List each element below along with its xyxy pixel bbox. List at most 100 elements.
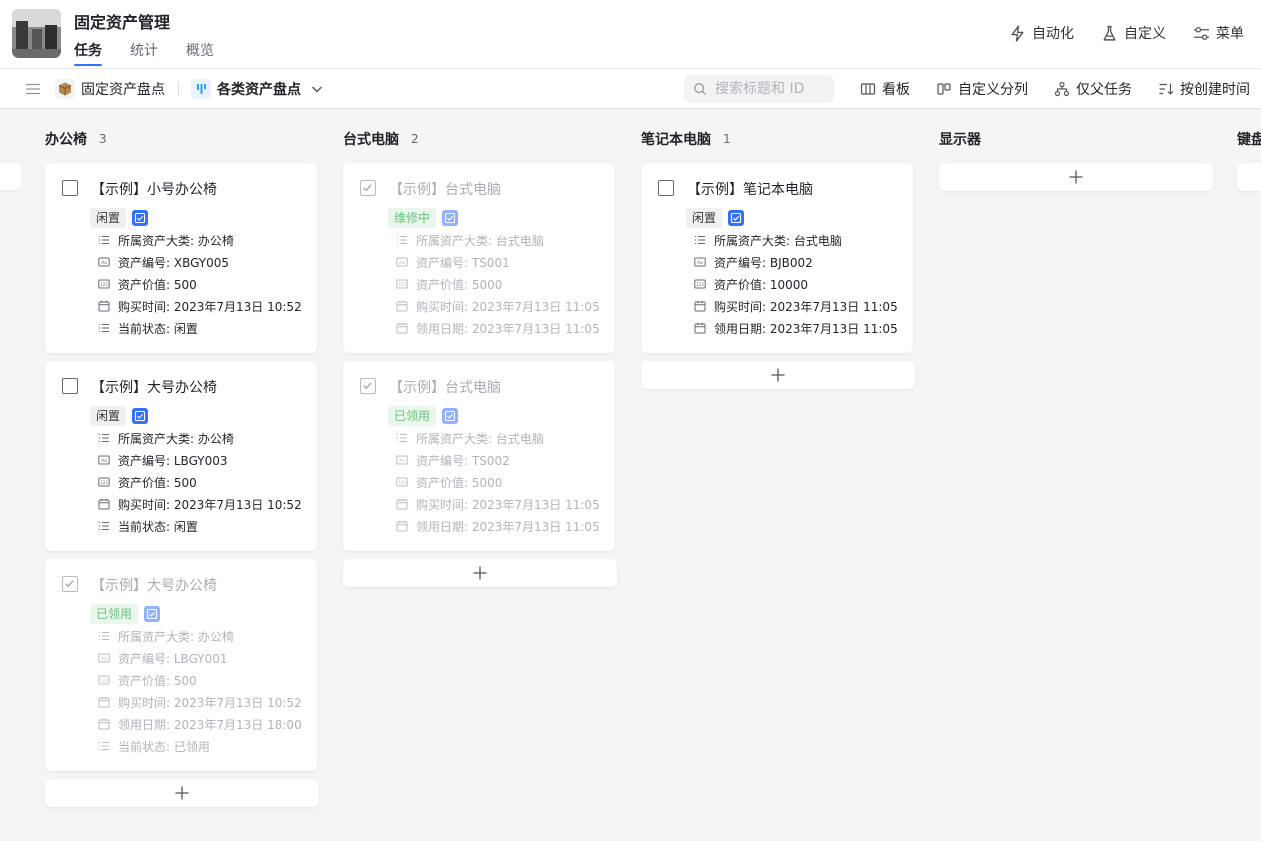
customize-button[interactable]: 自定义 (1101, 22, 1166, 44)
plus-icon (473, 566, 487, 580)
column-header-chair[interactable]: 办公椅 3 (45, 129, 107, 149)
field-receive-date: 领用日期: 2023年7月13日 11:05 (396, 319, 600, 337)
list-icon (397, 433, 407, 443)
tag-row: 闲置 (90, 208, 149, 228)
custom-columns-button[interactable]: 自定义分列 (936, 69, 1028, 109)
task-type-icon (132, 408, 149, 424)
svg-text:123: 123 (100, 678, 108, 683)
field-asset-value: 123 资产价值: 500 (98, 473, 197, 491)
field-category: 所属资产大类: 台式电脑 (396, 231, 544, 249)
add-card-button[interactable] (343, 559, 617, 587)
app-header: 固定资产管理 任务 统计 概览 自动化 自定义 菜单 (0, 0, 1261, 69)
sliders-icon (1194, 26, 1209, 40)
column-header-keyboard[interactable]: 键盘 (1237, 129, 1261, 149)
task-checkbox[interactable] (62, 180, 78, 196)
board-view-label: 看板 (882, 82, 910, 98)
column-header-monitor[interactable]: 显示器 (939, 129, 981, 149)
column-title: 显示器 (939, 132, 981, 148)
status-tag: 已领用 (388, 406, 437, 426)
calendar-icon (98, 718, 110, 730)
tab-stats[interactable]: 统计 (130, 40, 158, 60)
sort-button[interactable]: 按创建时间 (1158, 69, 1250, 109)
field-category: 所属资产大类: 台式电脑 (694, 231, 842, 249)
status-tag: 维修中 (388, 208, 437, 228)
field-receive-date: 领用日期: 2023年7月13日 11:05 (396, 517, 600, 535)
add-card-button[interactable] (641, 361, 915, 389)
app-title: 固定资产管理 (74, 13, 171, 32)
task-type-icon (442, 408, 459, 424)
tag-row: 维修中 (388, 208, 459, 228)
menu-label: 菜单 (1216, 26, 1244, 42)
project-breadcrumb[interactable]: 固定资产盘点 (55, 69, 165, 109)
task-checkbox[interactable] (62, 378, 78, 394)
task-title: 【示例】大号办公椅 (91, 380, 217, 396)
sort-icon (1159, 83, 1174, 95)
task-checkbox-checked[interactable] (62, 576, 78, 592)
svg-text:123: 123 (100, 480, 108, 485)
calendar-icon (694, 300, 706, 312)
field-purchase-time: 购买时间: 2023年7月13日 10:52 (98, 495, 302, 513)
add-card-button[interactable] (1237, 163, 1261, 191)
number-field-icon: 123 (396, 279, 408, 289)
task-card[interactable]: 【示例】笔记本电脑 闲置 所属资产大类: 台式电脑 Aa 资产编号: BJB002… (641, 163, 913, 353)
menu-button[interactable]: 菜单 (1193, 22, 1244, 44)
task-checkbox[interactable] (658, 180, 674, 196)
automation-button[interactable]: 自动化 (1009, 22, 1074, 44)
task-card[interactable]: 【示例】台式电脑 已领用 所属资产大类: 台式电脑 Aa 资产编号: TS002 … (343, 361, 615, 551)
search-box[interactable] (684, 75, 834, 103)
column-header-laptop[interactable]: 笔记本电脑 1 (641, 129, 731, 149)
task-card[interactable]: 【示例】大号办公椅 已领用 所属资产大类: 办公椅 Aa 资产编号: LBGY00… (45, 559, 317, 771)
svg-text:Aa: Aa (399, 260, 405, 266)
parent-only-button[interactable]: 仅父任务 (1054, 69, 1132, 109)
calendar-icon (396, 322, 408, 334)
task-card[interactable]: 【示例】小号办公椅 闲置 所属资产大类: 办公椅 Aa 资产编号: XBGY005… (45, 163, 317, 353)
automation-label: 自动化 (1032, 26, 1074, 42)
task-checkbox-checked[interactable] (360, 180, 376, 196)
search-input[interactable] (715, 81, 825, 97)
calendar-icon (694, 322, 706, 334)
column-header-desktop[interactable]: 台式电脑 2 (343, 129, 419, 149)
list-icon (397, 235, 407, 245)
field-purchase-time: 购买时间: 2023年7月13日 10:52 (98, 297, 302, 315)
hamburger-icon (26, 83, 40, 95)
view-selector[interactable]: 各类资产盘点 (191, 69, 325, 109)
previous-column-card[interactable] (0, 163, 21, 190)
tab-tasks[interactable]: 任务 (74, 40, 102, 60)
field-asset-number: Aa 资产编号: LBGY001 (98, 649, 228, 667)
list-icon (99, 631, 109, 641)
list-icon (99, 741, 109, 751)
tab-overview[interactable]: 概览 (186, 40, 214, 60)
flask-icon (1103, 25, 1116, 41)
tag-row: 闲置 (90, 406, 149, 426)
task-card[interactable]: 【示例】台式电脑 维修中 所属资产大类: 台式电脑 Aa 资产编号: TS001 … (343, 163, 615, 353)
view-toolbar: 固定资产盘点 各类资产盘点 看板 自定义分列 仅父任务 按创建时间 (0, 69, 1261, 109)
task-checkbox-checked[interactable] (360, 378, 376, 394)
field-category: 所属资产大类: 办公椅 (98, 627, 234, 645)
calendar-icon (98, 696, 110, 708)
field-receive-date: 领用日期: 2023年7月13日 11:05 (694, 319, 898, 337)
calendar-icon (396, 498, 408, 510)
field-category: 所属资产大类: 办公椅 (98, 231, 234, 249)
board-view-button[interactable]: 看板 (860, 69, 910, 109)
svg-text:123: 123 (100, 282, 108, 287)
field-current-status: 当前状态: 闲置 (98, 517, 198, 535)
add-card-button[interactable] (939, 163, 1213, 191)
task-title: 【示例】台式电脑 (389, 380, 501, 396)
task-card[interactable]: 【示例】大号办公椅 闲置 所属资产大类: 办公椅 Aa 资产编号: LBGY003… (45, 361, 317, 551)
tag-row: 闲置 (686, 208, 745, 228)
add-card-button[interactable] (45, 779, 319, 807)
app-avatar[interactable] (12, 9, 61, 58)
tag-row: 已领用 (388, 406, 459, 426)
plus-icon (1069, 170, 1083, 184)
plus-icon (175, 786, 189, 800)
number-field-icon: 123 (396, 477, 408, 487)
text-field-icon: Aa (694, 257, 706, 267)
sort-label: 按创建时间 (1180, 82, 1250, 98)
task-type-icon (442, 210, 459, 226)
column-title: 台式电脑 (343, 132, 399, 148)
custom-columns-label: 自定义分列 (958, 82, 1028, 98)
task-title: 【示例】小号办公椅 (91, 182, 217, 198)
sidebar-toggle-button[interactable] (25, 69, 41, 109)
list-icon (99, 323, 109, 333)
text-field-icon: Aa (98, 455, 110, 465)
